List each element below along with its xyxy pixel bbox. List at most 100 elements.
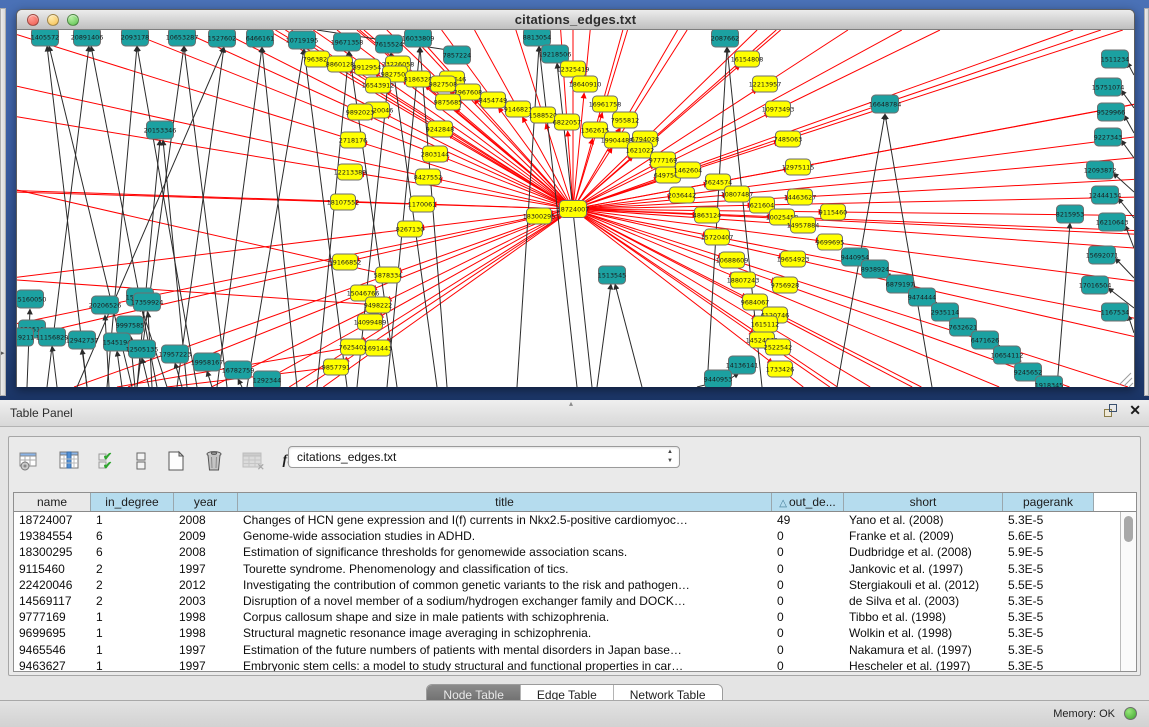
vertical-scrollbar[interactable] <box>1120 512 1136 671</box>
graph-node[interactable]: 18640910 <box>569 76 602 92</box>
network-window-titlebar[interactable]: citations_edges.txt <box>17 10 1134 30</box>
table-row[interactable]: 1830029562008Estimation of significance … <box>14 544 1120 560</box>
black-citation-edge[interactable] <box>238 379 242 387</box>
table-cell[interactable]: 2003 <box>174 593 238 609</box>
graph-node[interactable]: 15692071 <box>1086 246 1119 264</box>
column-header-short[interactable]: short <box>844 493 1003 511</box>
combo-stepper-icon[interactable]: ▲▼ <box>667 448 673 466</box>
graph-node[interactable]: 9529966 <box>1097 103 1125 121</box>
column-header-pagerank[interactable]: pagerank <box>1003 493 1094 511</box>
graph-node[interactable]: 1615112 <box>751 316 779 332</box>
table-cell[interactable]: 0 <box>772 528 844 544</box>
table-cell[interactable]: 9465546 <box>14 642 91 658</box>
red-citation-edge[interactable] <box>800 179 1134 197</box>
graph-node[interactable]: 12942737 <box>66 331 99 349</box>
black-citation-edge[interactable] <box>1124 115 1134 133</box>
graph-node[interactable]: 10807487 <box>721 186 754 202</box>
red-citation-edge[interactable] <box>645 30 757 139</box>
graph-node[interactable]: 9756928 <box>771 277 799 293</box>
table-cell[interactable]: 2008 <box>174 512 238 528</box>
table-cell[interactable]: Franke et al. (2009) <box>844 528 1003 544</box>
graph-node[interactable]: 9997585 <box>116 316 144 334</box>
graph-node[interactable]: 18807243 <box>727 272 760 288</box>
graph-node[interactable]: 9699695 <box>816 234 844 250</box>
graph-node[interactable]: 1170061 <box>408 196 436 212</box>
graph-node[interactable]: 18724007 <box>557 201 590 218</box>
graph-node[interactable]: 4863124 <box>693 207 721 223</box>
graph-node[interactable]: 19218506 <box>539 45 572 63</box>
graph-node[interactable]: 16782759 <box>222 361 255 379</box>
red-citation-edge[interactable] <box>788 30 1123 139</box>
red-citation-edge[interactable] <box>17 117 350 172</box>
table-cell[interactable]: 5.6E-5 <box>1003 528 1094 544</box>
new-column-icon[interactable] <box>157 448 195 474</box>
graph-node[interactable]: 2522542 <box>764 339 792 355</box>
graph-node[interactable]: 16154808 <box>731 51 764 67</box>
table-cell[interactable]: Disruption of a novel member of a sodium… <box>238 593 772 609</box>
table-cell[interactable]: 0 <box>772 625 844 641</box>
table-cell[interactable]: 18724007 <box>14 512 91 528</box>
graph-node[interactable]: 9892023 <box>346 104 374 120</box>
black-citation-edge[interactable] <box>391 53 437 387</box>
table-cell[interactable]: Corpus callosum shape and size in male p… <box>238 609 772 625</box>
red-citation-edge[interactable] <box>765 30 848 84</box>
graph-node[interactable]: 17957223 <box>159 345 192 363</box>
red-citation-edge[interactable] <box>605 30 628 104</box>
table-cell[interactable]: 0 <box>772 642 844 658</box>
graph-node[interactable]: 1513545 <box>598 266 626 284</box>
graph-node[interactable]: 14099489 <box>354 314 387 330</box>
black-citation-edge[interactable] <box>117 351 122 387</box>
graph-node[interactable]: 10653287 <box>166 30 199 46</box>
graph-node[interactable]: 16648784 <box>869 95 902 113</box>
graph-node[interactable]: 20206526 <box>89 296 122 314</box>
black-citation-edge[interactable] <box>52 346 57 387</box>
graph-node[interactable]: 11156829 <box>36 328 69 346</box>
graph-node[interactable]: 10973493 <box>762 101 795 117</box>
table-cell[interactable]: 2012 <box>174 577 238 593</box>
graph-node[interactable]: 19654923 <box>777 251 810 267</box>
table-row[interactable]: 911546021997Tourette syndrome. Phenomeno… <box>14 561 1120 577</box>
table-cell[interactable]: Hescheler et al. (1997) <box>844 658 1003 671</box>
table-cell[interactable]: Dudbridge et al. (2008) <box>844 544 1003 560</box>
network-canvas[interactable]: 1405572208914062093178106532871527602646… <box>17 30 1134 387</box>
graph-node[interactable]: 1691443 <box>364 340 392 356</box>
graph-node[interactable]: 8267130 <box>396 221 424 237</box>
red-citation-edge[interactable] <box>17 280 378 305</box>
black-citation-edge[interactable] <box>247 49 304 387</box>
graph-node[interactable]: 19166852 <box>329 254 362 270</box>
float-panel-icon[interactable] <box>1104 404 1117 417</box>
graph-node[interactable]: 14463627 <box>784 189 817 205</box>
graph-node[interactable]: 16961758 <box>589 96 622 112</box>
table-cell[interactable]: 9777169 <box>14 609 91 625</box>
table-row[interactable]: 969969511998Structural magnetic resonanc… <box>14 625 1120 641</box>
table-cell[interactable]: 1998 <box>174 625 238 641</box>
table-cell[interactable]: 22420046 <box>14 577 91 593</box>
red-citation-edge[interactable] <box>17 191 422 204</box>
graph-node[interactable]: 7615524 <box>375 35 403 53</box>
table-cell[interactable]: 1998 <box>174 609 238 625</box>
graph-node[interactable]: 9440953 <box>704 370 732 387</box>
collapsed-left-panel-strip[interactable]: ▸ <box>0 8 6 396</box>
graph-node[interactable]: 15720407 <box>701 229 734 245</box>
red-citation-edge[interactable] <box>362 143 573 209</box>
black-citation-edge[interactable] <box>615 284 642 387</box>
graph-node[interactable]: 14957884 <box>787 217 820 233</box>
graph-node[interactable]: 7857224 <box>443 46 471 64</box>
black-citation-edge[interactable] <box>207 371 212 387</box>
table-cell[interactable]: Genome-wide association studies in ADHD. <box>238 528 772 544</box>
graph-node[interactable]: 8938924 <box>861 260 889 278</box>
graph-node[interactable]: 12975115 <box>782 159 815 175</box>
table-cell[interactable]: 0 <box>772 609 844 625</box>
network-view-window[interactable]: citations_edges.txt 14055722089140620931… <box>16 9 1135 387</box>
row-height-icon[interactable] <box>125 448 157 474</box>
graph-node[interactable]: 12213389 <box>334 164 367 180</box>
table-cell[interactable]: 1 <box>91 642 174 658</box>
red-citation-edge[interactable] <box>625 30 678 120</box>
table-row[interactable]: 977716911998Corpus callosum shape and si… <box>14 609 1120 625</box>
graph-node[interactable]: 9857791 <box>322 359 350 375</box>
graph-node[interactable]: 12093872 <box>1084 161 1117 179</box>
table-cell[interactable]: Wolkin et al. (1998) <box>844 625 1003 641</box>
table-cell[interactable]: 5.3E-5 <box>1003 658 1094 671</box>
graph-node[interactable]: 9498222 <box>364 297 392 313</box>
delete-table-icon[interactable]: ✕ <box>233 448 273 474</box>
